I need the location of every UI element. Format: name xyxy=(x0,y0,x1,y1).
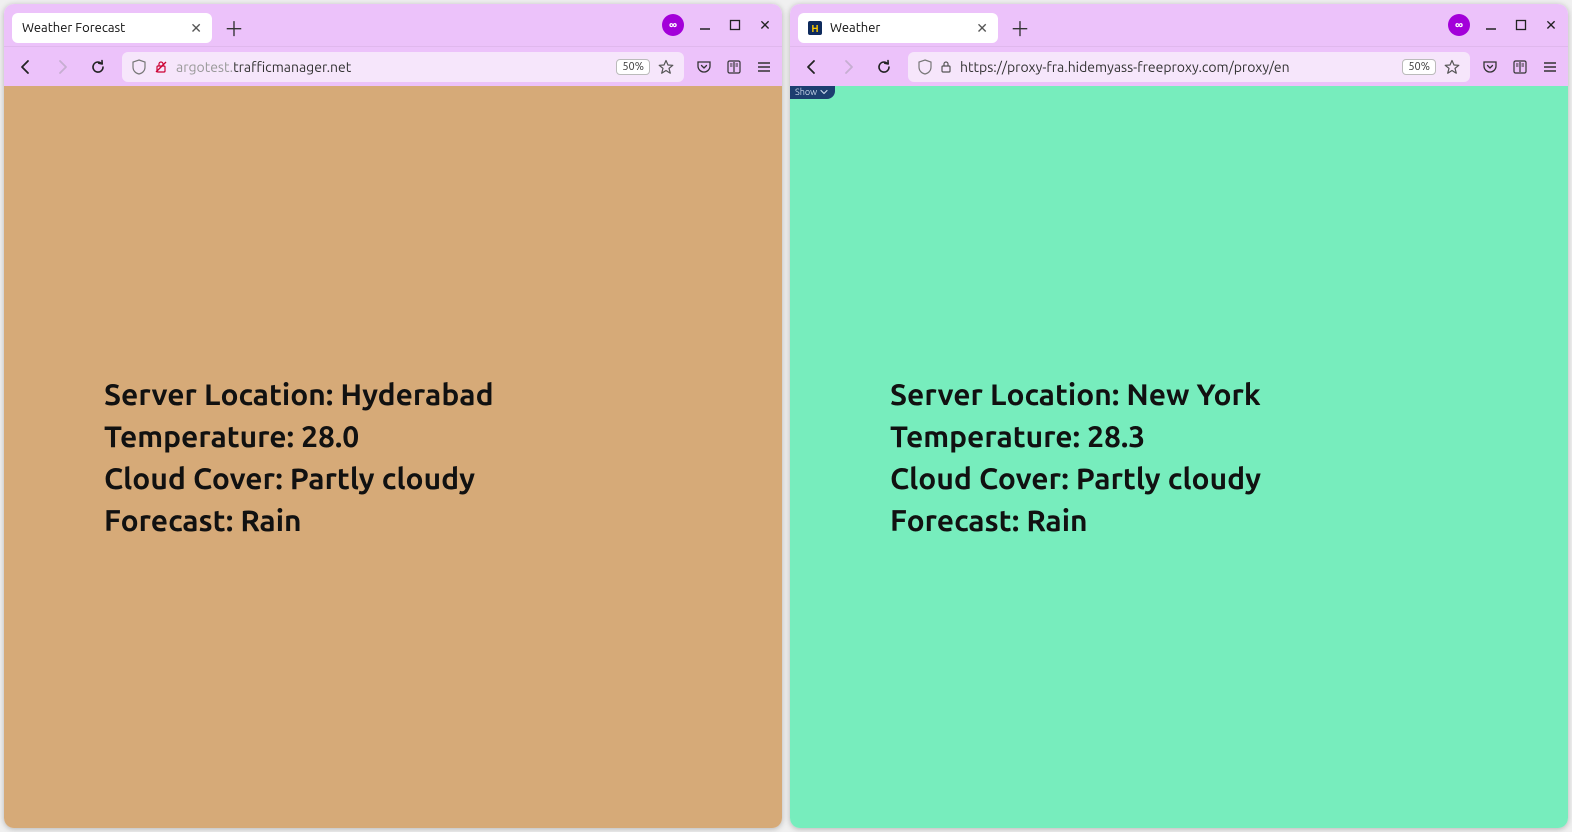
titlebar: H Weather ✕ ＋ ∞ ✕ xyxy=(790,4,1568,46)
forecast-line: Forecast: Rain xyxy=(890,499,1568,541)
bookmark-star-icon[interactable] xyxy=(658,59,674,75)
shield-icon xyxy=(918,59,932,75)
reader-view-icon[interactable] xyxy=(726,59,742,75)
browser-window-left: Weather Forecast ✕ ＋ ∞ ✕ xyxy=(4,4,782,828)
zoom-badge[interactable]: 50% xyxy=(1402,59,1436,75)
shield-icon xyxy=(132,59,146,75)
reader-view-icon[interactable] xyxy=(1512,59,1528,75)
titlebar-right: ∞ ✕ xyxy=(662,14,774,36)
titlebar-right: ∞ ✕ xyxy=(1448,14,1560,36)
server-location-line: Server Location: Hyderabad xyxy=(104,373,782,415)
zoom-badge[interactable]: 50% xyxy=(616,59,650,75)
server-location-line: Server Location: New York xyxy=(890,373,1568,415)
titlebar: Weather Forecast ✕ ＋ ∞ ✕ xyxy=(4,4,782,46)
page-content: Show Server Location: New York Temperatu… xyxy=(790,86,1568,828)
window-minimize-button[interactable] xyxy=(696,16,714,34)
show-overlay-label: Show xyxy=(795,87,817,97)
nav-back-button[interactable] xyxy=(800,55,824,79)
url-bar[interactable]: argotest.trafficmanager.net 50% xyxy=(122,52,684,82)
nav-reload-button[interactable] xyxy=(86,55,110,79)
lock-icon xyxy=(940,60,952,74)
window-close-button[interactable]: ✕ xyxy=(1542,16,1560,34)
toolbar-right-icons xyxy=(696,59,772,75)
nav-forward-button[interactable] xyxy=(50,55,74,79)
lock-insecure-icon xyxy=(154,60,168,74)
nav-back-button[interactable] xyxy=(14,55,38,79)
hamburger-menu-icon[interactable] xyxy=(1542,59,1558,75)
temperature-line: Temperature: 28.3 xyxy=(890,415,1568,457)
temperature-line: Temperature: 28.0 xyxy=(104,415,782,457)
window-maximize-button[interactable] xyxy=(726,16,744,34)
window-maximize-button[interactable] xyxy=(1512,16,1530,34)
extension-badge-icon[interactable]: ∞ xyxy=(662,14,684,36)
tab-close-icon[interactable]: ✕ xyxy=(976,20,988,37)
browser-tab[interactable]: Weather Forecast ✕ xyxy=(12,13,212,43)
window-close-button[interactable]: ✕ xyxy=(756,16,774,34)
pocket-icon[interactable] xyxy=(696,59,712,75)
bookmark-star-icon[interactable] xyxy=(1444,59,1460,75)
tab-title: Weather xyxy=(830,21,968,35)
infinity-glyph: ∞ xyxy=(1455,18,1463,32)
browser-tab[interactable]: H Weather ✕ xyxy=(798,13,998,43)
nav-forward-button[interactable] xyxy=(836,55,860,79)
tab-title: Weather Forecast xyxy=(22,21,182,35)
new-tab-button[interactable]: ＋ xyxy=(220,13,248,41)
nav-reload-button[interactable] xyxy=(872,55,896,79)
pocket-icon[interactable] xyxy=(1482,59,1498,75)
window-minimize-button[interactable] xyxy=(1482,16,1500,34)
chevron-down-icon xyxy=(820,88,828,96)
show-overlay-toggle[interactable]: Show xyxy=(790,86,835,99)
new-tab-button[interactable]: ＋ xyxy=(1006,13,1034,41)
url-text: argotest.trafficmanager.net xyxy=(176,59,608,75)
infinity-glyph: ∞ xyxy=(669,18,677,32)
browser-window-right: H Weather ✕ ＋ ∞ ✕ xyxy=(790,4,1568,828)
url-text: https://proxy-fra.hidemyass-freeproxy.co… xyxy=(960,59,1394,75)
extension-badge-icon[interactable]: ∞ xyxy=(1448,14,1470,36)
page-content: Server Location: Hyderabad Temperature: … xyxy=(4,86,782,828)
toolbar-right-icons xyxy=(1482,59,1558,75)
toolbar: argotest.trafficmanager.net 50% xyxy=(4,46,782,86)
toolbar: https://proxy-fra.hidemyass-freeproxy.co… xyxy=(790,46,1568,86)
cloud-cover-line: Cloud Cover: Partly cloudy xyxy=(104,457,782,499)
forecast-line: Forecast: Rain xyxy=(104,499,782,541)
tab-favicon-icon: H xyxy=(808,21,822,35)
cloud-cover-line: Cloud Cover: Partly cloudy xyxy=(890,457,1568,499)
url-bar[interactable]: https://proxy-fra.hidemyass-freeproxy.co… xyxy=(908,52,1470,82)
hamburger-menu-icon[interactable] xyxy=(756,59,772,75)
tab-close-icon[interactable]: ✕ xyxy=(190,20,202,37)
